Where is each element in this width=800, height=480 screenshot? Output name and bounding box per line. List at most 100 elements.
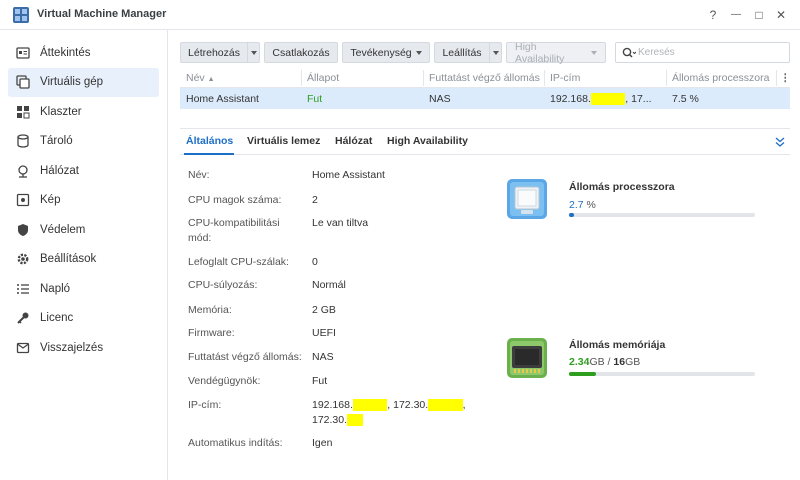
sidebar-item-log[interactable]: Napló xyxy=(8,274,159,304)
cpu-usage-bar-fill xyxy=(569,213,575,217)
column-header-host[interactable]: Futtatást végző állomás xyxy=(429,72,540,84)
redacted-highlight: xxx xyxy=(347,414,363,426)
property-value: Igen xyxy=(312,437,333,449)
property-label: CPU magok száma: xyxy=(188,194,282,206)
sidebar-item-label: Kép xyxy=(40,194,61,207)
column-header-name[interactable]: Név ▲ xyxy=(186,72,215,84)
property-value: Normál xyxy=(312,279,346,291)
sidebar-item-network[interactable]: Hálózat xyxy=(8,156,159,186)
vm-name-cell: Home Assistant xyxy=(186,93,259,105)
sidebar-item-label: Áttekintés xyxy=(40,46,91,59)
sidebar: Áttekintés Virtuális gép Klaszter Tároló… xyxy=(0,30,168,480)
column-options-icon[interactable]: ⋮ xyxy=(780,72,791,84)
column-divider xyxy=(544,70,545,86)
chevron-down-icon xyxy=(492,50,499,55)
create-button[interactable]: Létrehozás xyxy=(180,42,248,63)
vm-status-cell: Fut xyxy=(307,93,323,105)
property-value: 2 xyxy=(312,194,318,206)
property-label-continued: mód: xyxy=(188,232,212,244)
high-availability-button-label: High Availability xyxy=(515,40,565,65)
table-row[interactable]: Home Assistant Fut NAS 192.168.xxx.xxx, … xyxy=(180,88,790,109)
maximize-button[interactable]: □ xyxy=(751,7,767,23)
property-value: Le van tiltva xyxy=(312,217,369,229)
sidebar-item-settings[interactable]: Beállítások xyxy=(8,245,159,275)
search-input[interactable] xyxy=(638,47,768,58)
minimize-button[interactable]: — xyxy=(728,7,744,23)
title-bar: Virtual Machine Manager ? — □ ✕ xyxy=(0,0,800,30)
high-availability-button[interactable]: High Availability xyxy=(506,40,606,65)
sidebar-item-protection[interactable]: Védelem xyxy=(8,215,159,245)
tab-high-availability[interactable]: High Availability xyxy=(387,135,468,147)
property-label: IP-cím: xyxy=(188,399,222,411)
detail-panel: Általános Virtuális lemez Hálózat High A… xyxy=(180,128,790,480)
tab-virtual-disk[interactable]: Virtuális lemez xyxy=(247,135,320,147)
column-divider xyxy=(423,70,424,86)
column-header-ip[interactable]: IP-cím xyxy=(550,72,580,84)
memory-usage-bar xyxy=(569,372,755,376)
tab-general[interactable]: Általános xyxy=(186,135,233,147)
gear-icon xyxy=(16,252,30,266)
column-header-cpu[interactable]: Állomás processzora xyxy=(672,72,769,84)
action-button-label: Tevékenység xyxy=(350,46,412,59)
sidebar-item-storage[interactable]: Tároló xyxy=(8,127,159,157)
property-value: 0 xyxy=(312,256,318,268)
redacted-highlight: xxx.xxx xyxy=(352,399,388,411)
sidebar-item-label: Visszajelzés xyxy=(40,341,104,354)
sidebar-item-label: Napló xyxy=(40,282,71,295)
sidebar-item-cluster[interactable]: Klaszter xyxy=(8,97,159,127)
create-dropdown-button[interactable] xyxy=(248,42,260,63)
sidebar-item-label: Beállítások xyxy=(40,253,97,266)
property-label: Vendégügynök: xyxy=(188,375,261,387)
vm-cpu-cell: 7.5 % xyxy=(672,93,699,105)
sidebar-item-license[interactable]: Licenc xyxy=(8,304,159,334)
overview-icon xyxy=(16,46,30,60)
vm-ip-cell: 192.168.xxx.xxx, 17... xyxy=(550,93,652,105)
property-label: CPU-súlyozás: xyxy=(188,279,258,291)
shutdown-dropdown-button[interactable] xyxy=(490,42,502,63)
toolbar: Létrehozás Csatlakozás Tevékenység Leáll… xyxy=(180,40,610,65)
close-button[interactable]: ✕ xyxy=(773,7,789,23)
sidebar-item-image[interactable]: Kép xyxy=(8,186,159,216)
memory-total-number: 16 xyxy=(613,356,626,368)
help-button[interactable]: ? xyxy=(705,7,721,23)
property-label: Memória: xyxy=(188,304,232,316)
cpu-usage-bar xyxy=(569,213,755,217)
property-label: Firmware: xyxy=(188,327,235,339)
vm-host-cell: NAS xyxy=(429,93,451,105)
column-divider xyxy=(666,70,667,86)
virtual-machine-icon xyxy=(16,75,30,89)
action-button[interactable]: Tevékenység xyxy=(342,42,430,63)
log-icon xyxy=(16,282,30,296)
sidebar-item-label: Klaszter xyxy=(40,105,82,118)
ip-part: 172.30. xyxy=(312,414,348,426)
cpu-usage-number: 2.7 xyxy=(569,199,584,211)
memory-usage-bar-fill xyxy=(569,372,597,376)
shutdown-button[interactable]: Leállítás xyxy=(434,42,490,63)
sidebar-item-feedback[interactable]: Visszajelzés xyxy=(8,333,159,363)
sidebar-item-label: Tároló xyxy=(40,135,73,148)
memory-separator: / xyxy=(607,356,611,368)
ip-part: , xyxy=(462,399,466,411)
sidebar-item-overview[interactable]: Áttekintés xyxy=(8,38,159,68)
property-label: Lefoglalt CPU-szálak: xyxy=(188,256,289,268)
column-header-status[interactable]: Állapot xyxy=(307,72,339,84)
collapse-icon[interactable] xyxy=(774,136,786,148)
column-header-label: Név xyxy=(186,72,205,84)
connect-button[interactable]: Csatlakozás xyxy=(264,42,338,63)
sidebar-item-label: Virtuális gép xyxy=(40,76,104,89)
property-value: UEFI xyxy=(312,327,336,339)
app-title: Virtual Machine Manager xyxy=(37,8,167,20)
sidebar-item-label: Védelem xyxy=(40,223,86,236)
memory-usage-value: 2.34GB / 16GB xyxy=(569,356,640,368)
tab-network[interactable]: Hálózat xyxy=(335,135,372,147)
redacted-highlight: xxx.xxx xyxy=(428,399,463,411)
search-box[interactable] xyxy=(615,42,790,63)
property-label: CPU-kompatibilitási xyxy=(188,217,280,229)
memory-card-title: Állomás memóriája xyxy=(569,339,666,351)
cpu-usage-value: 2.7 % xyxy=(569,199,596,211)
sidebar-item-virtual-machine[interactable]: Virtuális gép xyxy=(8,67,159,97)
storage-icon xyxy=(16,134,30,148)
memory-used-unit: GB xyxy=(589,356,605,368)
chevron-down-icon xyxy=(250,50,257,55)
sidebar-item-label: Hálózat xyxy=(40,164,79,177)
